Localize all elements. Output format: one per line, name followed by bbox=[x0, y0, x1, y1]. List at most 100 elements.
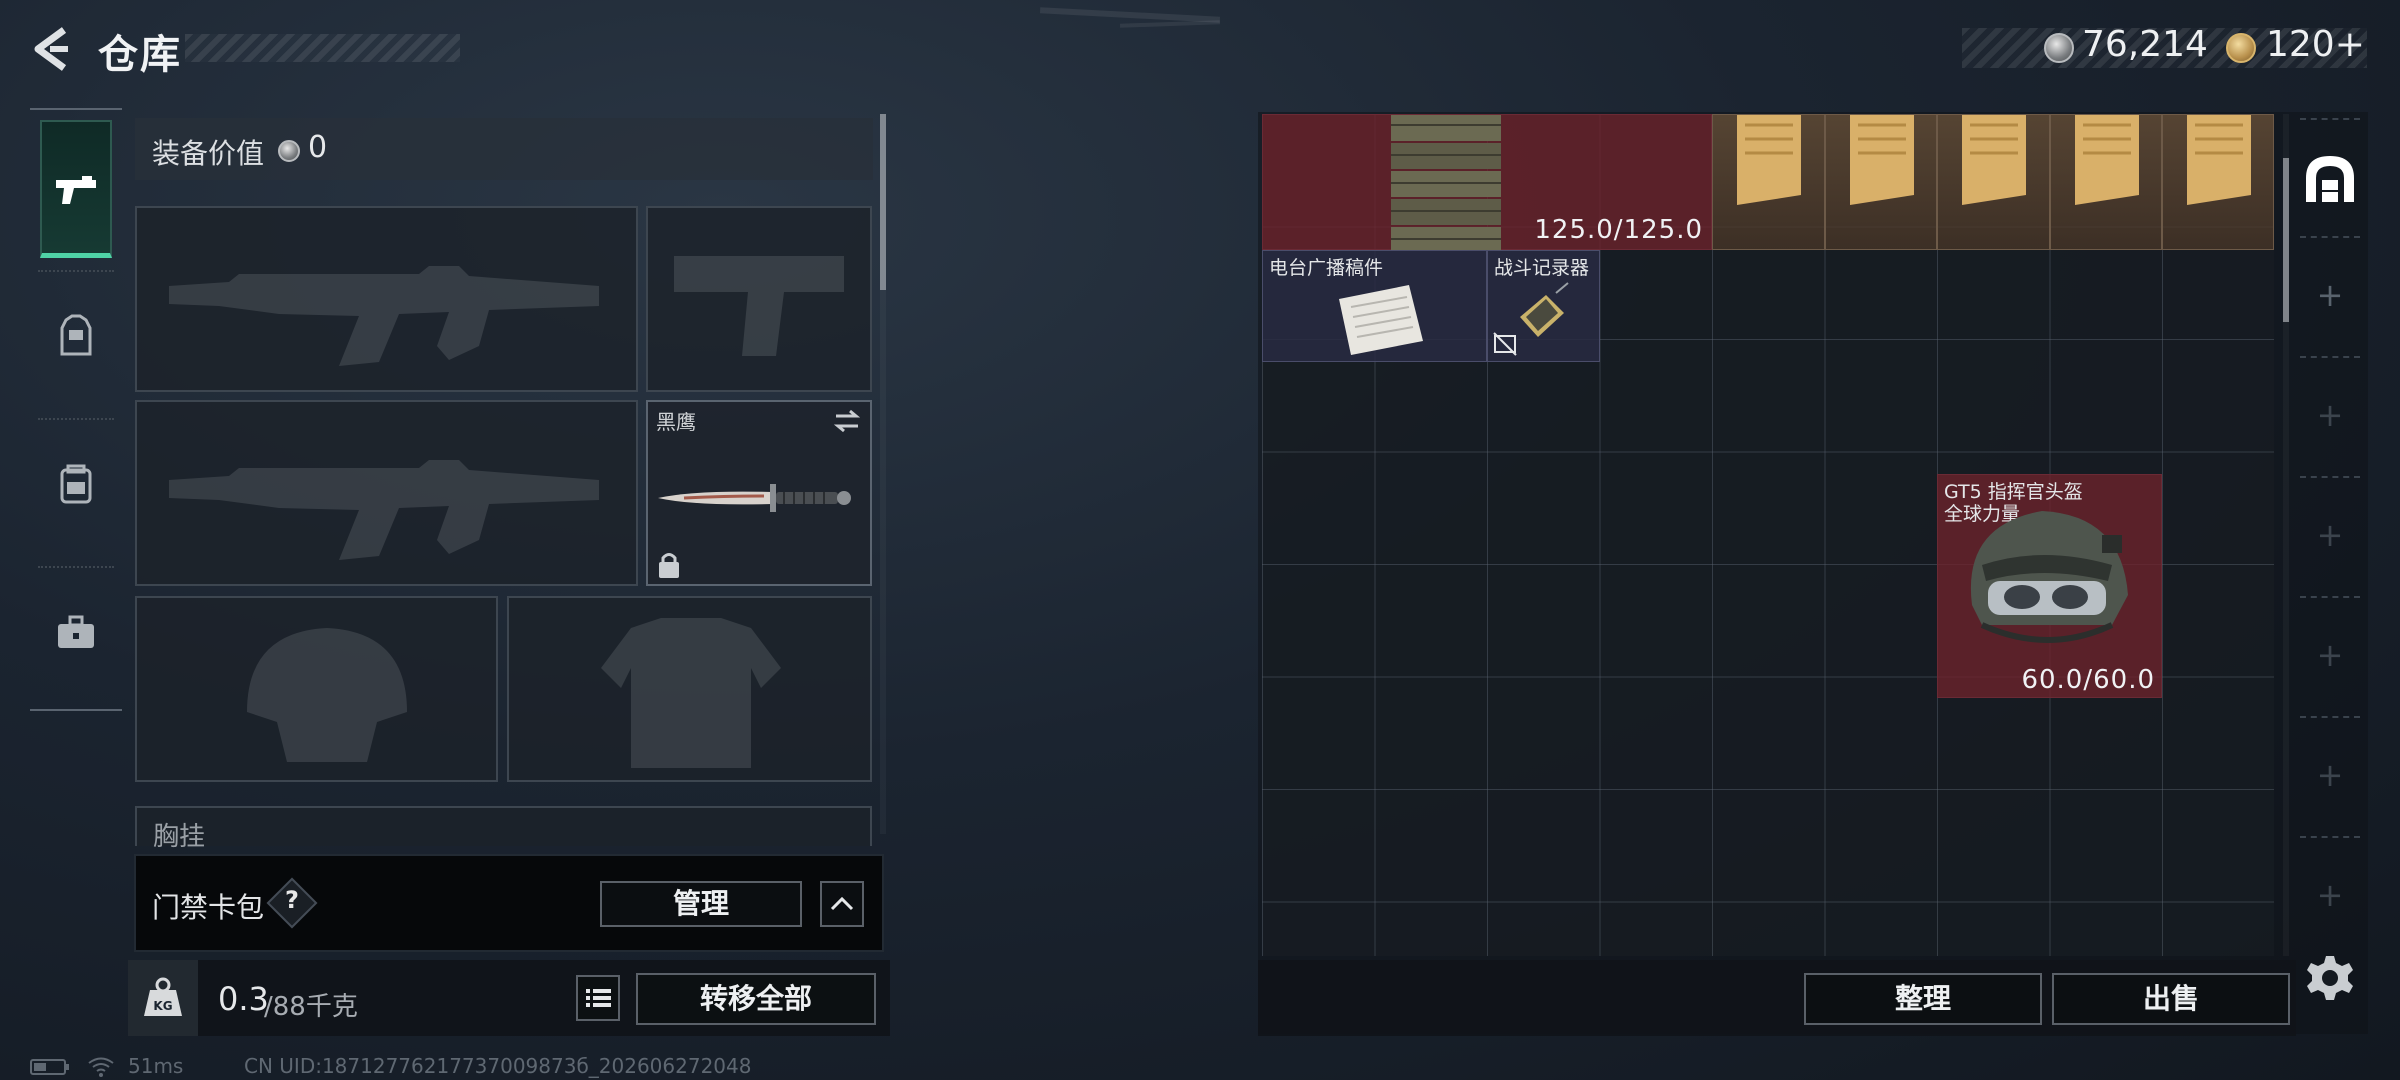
sky-streak bbox=[1119, 20, 1221, 28]
helmet-silhouette-icon bbox=[247, 628, 407, 762]
document-item[interactable] bbox=[2049, 114, 2162, 250]
swap-icon[interactable] bbox=[832, 408, 862, 434]
gold-coin-icon[interactable] bbox=[2226, 33, 2256, 63]
document-icon bbox=[2074, 115, 2139, 205]
silver-coin-icon bbox=[278, 140, 300, 162]
weight-current: 0.3 bbox=[218, 980, 269, 1018]
pistol-silhouette-icon bbox=[674, 256, 844, 356]
paper-icon bbox=[1339, 285, 1423, 355]
side-divider bbox=[2300, 596, 2360, 598]
access-card-label: 门禁卡包 bbox=[152, 891, 265, 924]
melee-item-name: 黑鹰 bbox=[656, 410, 696, 434]
side-tab-storage[interactable] bbox=[2300, 150, 2360, 210]
armor-slot[interactable] bbox=[507, 596, 872, 782]
equipment-value: 0 bbox=[308, 130, 328, 165]
gear-icon bbox=[2307, 956, 2353, 1000]
chest-rig-section[interactable]: 胸挂 bbox=[135, 806, 872, 852]
document-item[interactable] bbox=[1937, 114, 2050, 250]
side-divider bbox=[2300, 716, 2360, 718]
no-transfer-icon bbox=[1493, 332, 1517, 356]
back-arrow-icon bbox=[34, 27, 68, 71]
melee-slot[interactable]: 黑鹰 bbox=[646, 400, 872, 586]
side-divider bbox=[2300, 118, 2360, 120]
gt5-commander-helmet-item[interactable]: GT5 指挥官头盔 全球力量 60.0/60.0 bbox=[1937, 474, 2162, 698]
ping-readout: 51ms bbox=[128, 1054, 184, 1078]
side-divider bbox=[2300, 356, 2360, 358]
currency-gold-amount[interactable]: 120+ bbox=[2266, 24, 2365, 65]
weight-icon: KG bbox=[144, 977, 182, 1016]
silver-coin-icon bbox=[2044, 33, 2074, 63]
transfer-all-button[interactable]: 转移全部 bbox=[636, 973, 876, 1025]
wifi-icon bbox=[88, 1057, 114, 1077]
knife-icon bbox=[658, 484, 851, 512]
side-divider bbox=[2300, 236, 2360, 238]
helmet-icon bbox=[1970, 511, 2128, 643]
add-tab-button[interactable]: + bbox=[2310, 756, 2350, 794]
nav-tab-backpack[interactable] bbox=[52, 460, 100, 508]
inventory-grid[interactable]: 125.0/125.0 电台广播稿件 战斗记录器 GT5 指挥官头盔 全球力量 … bbox=[1262, 114, 2274, 956]
lock-icon bbox=[659, 553, 679, 578]
nav-top-divider bbox=[30, 108, 122, 110]
secondary-weapon-slot[interactable] bbox=[135, 400, 638, 586]
nav-tab-armor[interactable] bbox=[52, 312, 100, 360]
rifle-silhouette-icon bbox=[169, 266, 599, 366]
radio-broadcast-draft-label: 电台广播稿件 bbox=[1269, 257, 1384, 279]
chest-rig-label: 胸挂 bbox=[153, 822, 206, 852]
ammo-crate-durability: 125.0/125.0 bbox=[1534, 215, 1703, 245]
equipment-value-label: 装备价值 bbox=[152, 137, 265, 170]
user-uid: CN UID:18712776217737009873б_20260627204… bbox=[244, 1054, 752, 1078]
weight-capacity: /88千克 bbox=[264, 992, 358, 1022]
document-icon bbox=[2187, 115, 2251, 205]
primary-weapon-slot[interactable] bbox=[135, 206, 638, 392]
document-icon bbox=[1962, 115, 2026, 205]
currency-silver-amount: 76,214 bbox=[2082, 24, 2208, 65]
sell-button[interactable]: 出售 bbox=[2052, 973, 2290, 1025]
side-divider bbox=[2300, 836, 2360, 838]
combat-recorder-item[interactable]: 战斗记录器 bbox=[1487, 250, 1600, 362]
list-icon bbox=[586, 989, 611, 1007]
add-tab-button[interactable]: + bbox=[2310, 276, 2350, 314]
document-icon bbox=[1737, 115, 1801, 205]
collapse-button[interactable] bbox=[820, 881, 864, 927]
nav-tab-supplies[interactable] bbox=[52, 608, 100, 656]
ammo-crate-icon bbox=[1391, 115, 1501, 251]
pistol-icon bbox=[52, 166, 100, 214]
combat-recorder-label: 战斗记录器 bbox=[1494, 257, 1590, 279]
battery-icon bbox=[30, 1059, 69, 1075]
nav-divider bbox=[38, 270, 114, 272]
nav-bottom-divider bbox=[30, 709, 122, 711]
add-tab-button[interactable]: + bbox=[2310, 876, 2350, 914]
warehouse-icon bbox=[2306, 156, 2354, 202]
document-item[interactable] bbox=[1712, 114, 1825, 250]
help-question-mark: ? bbox=[285, 886, 299, 914]
add-tab-button[interactable]: + bbox=[2310, 636, 2350, 674]
helmet-slot[interactable] bbox=[135, 596, 498, 782]
weight-icon-box: KG bbox=[128, 960, 198, 1036]
side-divider bbox=[2300, 476, 2360, 478]
document-item[interactable] bbox=[1824, 114, 1937, 250]
document-item[interactable] bbox=[2162, 114, 2274, 250]
pistol-slot[interactable] bbox=[646, 206, 872, 392]
equipment-scrollbar-thumb[interactable] bbox=[880, 114, 886, 290]
rifle-silhouette-icon bbox=[169, 460, 599, 560]
radio-broadcast-draft-item[interactable]: 电台广播稿件 bbox=[1262, 250, 1487, 362]
nav-divider bbox=[38, 418, 114, 420]
add-tab-button[interactable]: + bbox=[2310, 396, 2350, 434]
settings-button[interactable] bbox=[2304, 952, 2356, 1004]
toolbox-icon bbox=[58, 615, 94, 648]
title-decoration bbox=[185, 34, 460, 62]
ammo-crate-item[interactable]: 125.0/125.0 bbox=[1262, 114, 1712, 251]
chevron-up-icon bbox=[830, 896, 854, 911]
vest-icon bbox=[60, 314, 92, 356]
backpack-icon bbox=[60, 464, 92, 504]
manage-button[interactable]: 管理 bbox=[600, 881, 802, 927]
nav-divider bbox=[38, 566, 114, 568]
inventory-scrollbar-thumb[interactable] bbox=[2283, 158, 2289, 322]
list-view-button[interactable] bbox=[576, 975, 620, 1021]
page-title: 仓库 bbox=[98, 32, 182, 78]
back-button[interactable] bbox=[28, 24, 72, 74]
svg-text:KG: KG bbox=[153, 999, 172, 1013]
helmet-durability: 60.0/60.0 bbox=[2021, 665, 2155, 695]
add-tab-button[interactable]: + bbox=[2310, 516, 2350, 554]
sort-button[interactable]: 整理 bbox=[1804, 973, 2042, 1025]
